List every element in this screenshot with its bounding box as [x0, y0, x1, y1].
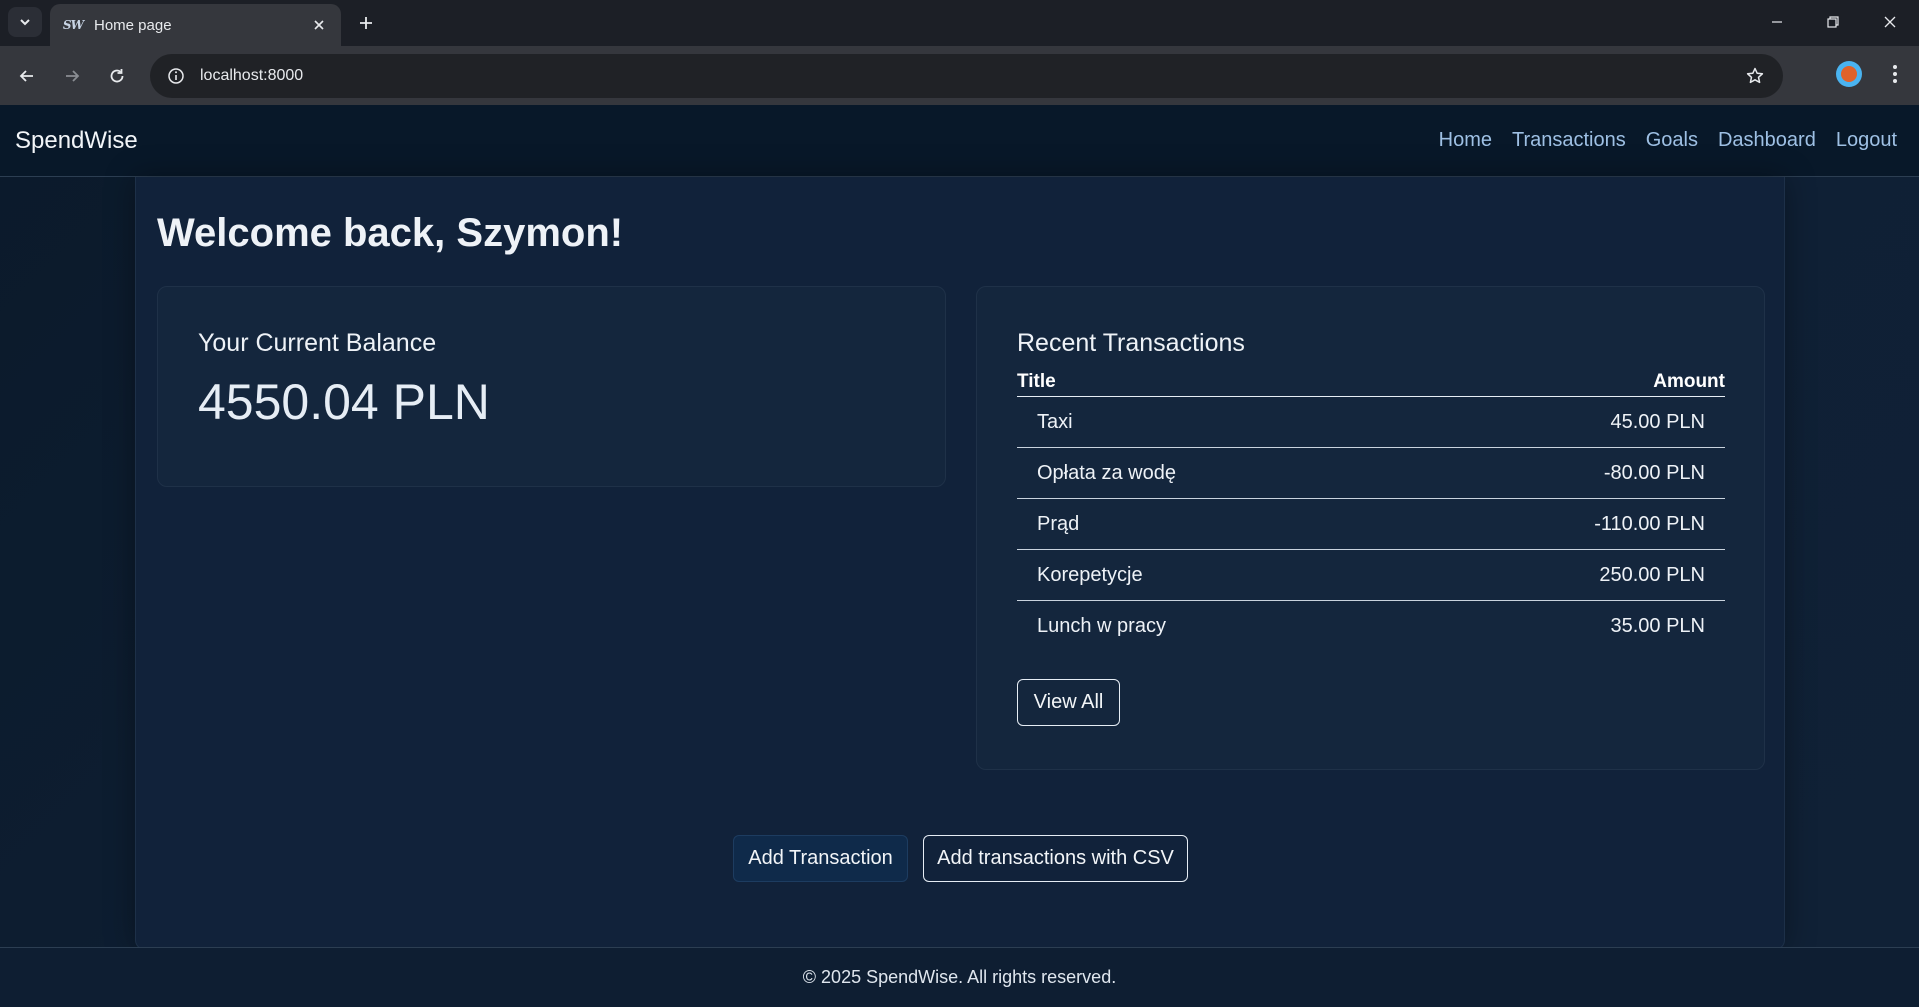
main-container: Welcome back, Szymon! Your Current Balan…: [135, 177, 1785, 950]
nav-home[interactable]: Home: [1439, 129, 1492, 152]
close-icon: [314, 20, 324, 30]
table-row: Opłata za wodę -80.00 PLN: [1017, 448, 1725, 499]
transaction-title: Prąd: [1037, 512, 1080, 535]
transaction-amount: 250.00 PLN: [1599, 563, 1705, 586]
transaction-title: Opłata za wodę: [1037, 461, 1176, 484]
transaction-title: Korepetycje: [1037, 563, 1143, 586]
nav-goals[interactable]: Goals: [1646, 129, 1698, 152]
url-text[interactable]: localhost:8000: [200, 67, 1735, 85]
new-tab-button[interactable]: [352, 9, 380, 37]
table-row: Prąd -110.00 PLN: [1017, 499, 1725, 550]
table-row: Korepetycje 250.00 PLN: [1017, 550, 1725, 601]
add-transaction-button[interactable]: Add Transaction: [733, 835, 908, 882]
transaction-amount: 45.00 PLN: [1610, 410, 1705, 433]
add-csv-button[interactable]: Add transactions with CSV: [923, 835, 1188, 882]
close-icon: [1884, 16, 1896, 28]
close-tab-button[interactable]: [309, 15, 329, 35]
address-bar[interactable]: localhost:8000: [150, 54, 1783, 98]
star-icon: [1746, 67, 1764, 84]
bookmark-button[interactable]: [1735, 54, 1775, 98]
minimize-button[interactable]: [1757, 8, 1797, 36]
nav-dashboard[interactable]: Dashboard: [1718, 129, 1816, 152]
close-window-button[interactable]: [1870, 8, 1910, 36]
more-vertical-icon: [1893, 65, 1897, 83]
transaction-title: Lunch w pracy: [1037, 615, 1166, 637]
tab-favicon: SW: [62, 18, 84, 32]
balance-card: Your Current Balance 4550.04 PLN: [157, 286, 946, 487]
minimize-icon: [1772, 21, 1782, 23]
forward-button[interactable]: [55, 59, 89, 93]
transaction-amount: -110.00 PLN: [1594, 512, 1705, 535]
transaction-title: Taxi: [1037, 410, 1073, 433]
browser-toolbar: localhost:8000: [0, 46, 1919, 105]
reload-button[interactable]: [100, 59, 134, 93]
reload-icon: [110, 69, 124, 83]
view-all-button[interactable]: View All: [1017, 679, 1120, 726]
tab-title: Home page: [94, 16, 172, 34]
info-icon: [168, 68, 184, 84]
arrow-right-icon: [66, 70, 80, 82]
profile-avatar[interactable]: [1836, 61, 1862, 87]
browser-tab[interactable]: SW Home page: [50, 4, 341, 46]
browser-menu-button[interactable]: [1880, 59, 1910, 89]
footer-text: © 2025 SpendWise. All rights reserved.: [802, 967, 1117, 987]
restore-button[interactable]: [1813, 8, 1853, 36]
welcome-heading: Welcome back, Szymon!: [157, 211, 624, 255]
tab-list-button[interactable]: [8, 7, 42, 37]
table-row: Lunch w pracy 35.00 PLN: [1017, 601, 1725, 652]
transaction-amount: 35.00 PLN: [1610, 615, 1705, 637]
transaction-amount: -80.00 PLN: [1603, 461, 1705, 484]
arrow-left-icon: [19, 70, 33, 82]
browser-tab-bar: SW Home page: [0, 0, 1919, 46]
footer: © 2025 SpendWise. All rights reserved.: [0, 947, 1919, 1007]
site-info-button[interactable]: [154, 54, 198, 98]
balance-value: 4550.04 PLN: [198, 374, 490, 430]
nav-transactions[interactable]: Transactions: [1512, 129, 1626, 152]
table-header: Title Amount: [1017, 371, 1725, 397]
back-button[interactable]: [10, 59, 44, 93]
app-navbar: SpendWise Home Transactions Goals Dashbo…: [0, 105, 1919, 177]
table-row: Taxi 45.00 PLN: [1017, 397, 1725, 448]
nav-links: Home Transactions Goals Dashboard Logout: [1439, 129, 1897, 152]
recent-transactions-title: Recent Transactions: [1017, 329, 1245, 357]
nav-logout[interactable]: Logout: [1836, 129, 1897, 152]
restore-icon: [1827, 16, 1839, 28]
column-title: Title: [1017, 371, 1056, 392]
plus-icon: [360, 17, 372, 29]
page: SpendWise Home Transactions Goals Dashbo…: [0, 105, 1919, 1007]
column-amount: Amount: [1653, 371, 1725, 392]
recent-transactions-card: Recent Transactions Title Amount Taxi 45…: [976, 286, 1765, 770]
chevron-down-icon: [20, 19, 30, 26]
brand-logo[interactable]: SpendWise: [15, 127, 138, 155]
avatar-icon: [1841, 66, 1857, 82]
balance-title: Your Current Balance: [198, 329, 437, 357]
transactions-table: Title Amount Taxi 45.00 PLN Opłata za wo…: [1017, 371, 1725, 652]
